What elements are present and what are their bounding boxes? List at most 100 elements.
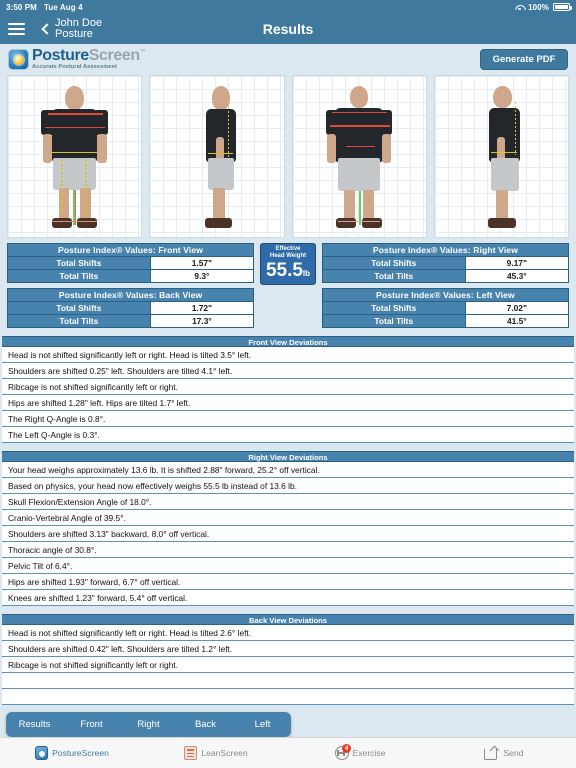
row-value: 9.3° <box>149 269 255 283</box>
posture-index-left-view: Posture Index® Values: Left View Total S… <box>321 288 569 328</box>
back-view-photo[interactable] <box>291 75 427 238</box>
ehw-label-line2: Head Weight <box>269 252 307 259</box>
back-label-section: Posture <box>55 28 93 40</box>
bottom-toolbar: PostureScreen LeanScreen 4 Exercise Send <box>0 737 576 768</box>
posture-index-section: Posture Index® Values: Front View Total … <box>0 238 576 328</box>
deviation-row: Head is not shifted significantly left o… <box>2 625 574 641</box>
brand-name-bold: Posture <box>32 47 89 65</box>
deviation-row: Thoracic angle of 30.8°. <box>2 542 574 558</box>
row-label: Total Tilts <box>7 269 151 283</box>
segment-left[interactable]: Left <box>234 719 291 730</box>
brand-tagline: Accurate Postural Assessment <box>32 64 117 71</box>
table-row: Total Tilts 17.3° <box>7 314 255 328</box>
section-header: Front View Deviations <box>2 336 574 347</box>
posturescreen-results-screen: 3:50 PM Tue Aug 4 100% John Doe Posture … <box>0 0 576 768</box>
row-label: Total Shifts <box>7 256 151 270</box>
deviation-row: Head is not shifted significantly left o… <box>2 347 574 363</box>
front-figure <box>8 84 141 231</box>
back-figure <box>293 84 426 231</box>
table-row: Total Tilts 45.3° <box>321 269 569 283</box>
table-row: Total Shifts 9.17" <box>321 256 569 270</box>
table-title: Posture Index® Values: Left View <box>321 288 569 302</box>
row-value: 41.5° <box>464 314 569 328</box>
posture-index-left-column: Posture Index® Values: Front View Total … <box>6 243 255 328</box>
table-row: Total Shifts 1.72" <box>7 301 255 315</box>
table-row: Total Tilts 41.5° <box>321 314 569 328</box>
leanscreen-icon <box>184 746 198 760</box>
posture-index-right-view: Posture Index® Values: Right View Total … <box>321 243 569 283</box>
row-value: 9.17" <box>464 256 569 270</box>
battery-percent: 100% <box>528 2 549 12</box>
table-row: Total Shifts 1.57" <box>7 256 255 270</box>
deviation-row: Knees are shifted 1.23" forward, 5.4° of… <box>2 590 574 606</box>
right-view-photo[interactable] <box>149 75 285 238</box>
deviation-row <box>2 673 574 689</box>
deviation-row: The Right Q-Angle is 0.8°. <box>2 411 574 427</box>
tab-leanscreen[interactable]: LeanScreen <box>144 746 288 760</box>
chevron-left-icon <box>41 23 53 35</box>
brand-name-light: Screen <box>88 47 140 65</box>
deviation-row: Cranio-Vertebral Angle of 39.5°. <box>2 510 574 526</box>
send-icon <box>484 746 499 760</box>
section-header: Back View Deviations <box>2 614 574 625</box>
section-header: Right View Deviations <box>2 451 574 462</box>
navigation-bar: John Doe Posture Results <box>0 14 576 44</box>
table-row: Total Tilts 9.3° <box>7 269 255 283</box>
tab-posturescreen[interactable]: PostureScreen <box>0 746 144 760</box>
segment-back[interactable]: Back <box>177 719 234 730</box>
deviation-row: Shoulders are shifted 0.25" left. Should… <box>2 363 574 379</box>
table-title: Posture Index® Values: Right View <box>321 243 569 257</box>
row-label: Total Tilts <box>321 269 466 283</box>
right-figure <box>150 84 283 231</box>
segment-front[interactable]: Front <box>63 719 120 730</box>
deviation-row: Skull Flexion/Extension Angle of 18.0°. <box>2 494 574 510</box>
back-button[interactable]: John Doe Posture <box>41 18 102 40</box>
tab-label: Exercise <box>352 748 386 758</box>
battery-full-icon <box>553 3 572 11</box>
wifi-icon <box>515 4 524 11</box>
row-label: Total Shifts <box>321 256 466 270</box>
back-view-deviations: Back View Deviations Head is not shifted… <box>0 614 576 705</box>
deviation-row: Based on physics, your head now effectiv… <box>2 478 574 494</box>
table-title: Posture Index® Values: Front View <box>6 243 255 257</box>
tab-label: PostureScreen <box>52 748 109 758</box>
deviation-row: Shoulders are shifted 0.42" left. Should… <box>2 641 574 657</box>
effective-head-weight-badge: Effective Head Weight 55.5lb <box>260 243 316 285</box>
row-value: 7.02" <box>464 301 569 315</box>
segment-results[interactable]: Results <box>6 719 63 730</box>
left-view-photo[interactable] <box>433 75 569 238</box>
deviation-row: Pelvic Tilt of 6.4°. <box>2 558 574 574</box>
row-value: 45.3° <box>464 269 569 283</box>
view-segmented-control[interactable]: Results Front Right Back Left <box>6 712 291 737</box>
row-value: 1.72" <box>149 301 255 315</box>
row-value: 1.57" <box>149 256 255 270</box>
tab-send[interactable]: Send <box>432 746 576 760</box>
brand-bar: PostureScreen™ Accurate Postural Assessm… <box>0 44 576 75</box>
posture-index-right-column: Posture Index® Values: Right View Total … <box>321 243 569 328</box>
status-date: Tue Aug 4 <box>43 2 83 12</box>
segment-right[interactable]: Right <box>120 719 177 730</box>
posture-photo-strip <box>0 75 576 238</box>
table-title: Posture Index® Values: Back View <box>6 288 255 302</box>
brand-trademark: ™ <box>139 49 146 56</box>
ehw-unit: lb <box>302 268 311 278</box>
posture-index-front-view: Posture Index® Values: Front View Total … <box>6 243 255 283</box>
front-view-photo[interactable] <box>7 75 143 238</box>
status-bar: 3:50 PM Tue Aug 4 100% <box>0 0 576 14</box>
front-view-deviations: Front View Deviations Head is not shifte… <box>0 336 576 443</box>
tab-label: LeanScreen <box>201 748 248 758</box>
table-row: Total Shifts 7.02" <box>321 301 569 315</box>
hamburger-menu-icon[interactable] <box>8 23 36 35</box>
deviation-row: The Left Q-Angle is 0.3°. <box>2 427 574 443</box>
deviation-row: Shoulders are shifted 3.13" backward, 8.… <box>2 526 574 542</box>
deviation-row: Ribcage is not shifted significantly lef… <box>2 657 574 673</box>
left-figure <box>435 84 568 231</box>
posturescreen-logo-icon <box>8 49 29 70</box>
posture-index-back-view: Posture Index® Values: Back View Total S… <box>6 288 255 328</box>
tab-exercise[interactable]: 4 Exercise <box>288 744 432 760</box>
ehw-label-line1: Effective <box>275 245 301 252</box>
generate-pdf-button[interactable]: Generate PDF <box>480 49 568 70</box>
row-label: Total Shifts <box>7 301 151 315</box>
deviation-row: Ribcage is not shifted significantly lef… <box>2 379 574 395</box>
posturescreen-logo: PostureScreen™ Accurate Postural Assessm… <box>8 47 146 71</box>
